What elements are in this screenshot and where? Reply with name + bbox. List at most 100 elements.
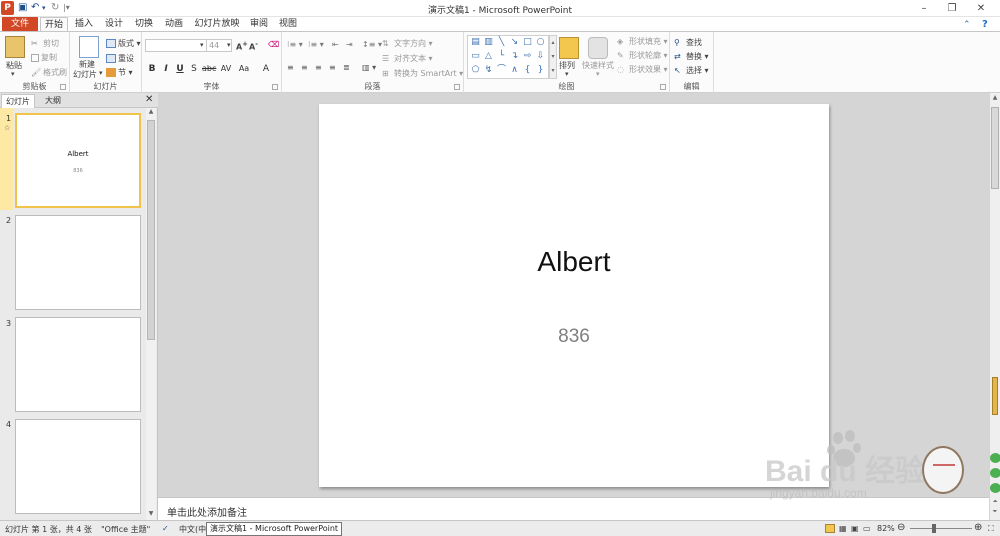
section-button[interactable]: 节 ▾: [106, 67, 133, 78]
new-slide-dropdown-icon[interactable]: ▾: [99, 69, 103, 77]
strikethrough-icon[interactable]: abc: [202, 64, 216, 73]
align-center-icon[interactable]: ≡: [301, 63, 308, 72]
reading-view-icon[interactable]: ▣: [851, 524, 859, 533]
slide-subtitle[interactable]: 836: [319, 326, 829, 348]
help-icon[interactable]: ?: [982, 19, 988, 30]
arrow-line-shape-icon[interactable]: ↘: [509, 37, 520, 48]
slide-sorter-icon[interactable]: ▦: [839, 524, 847, 533]
tab-review[interactable]: 审阅: [245, 17, 273, 32]
bullets-icon[interactable]: ⁝≡ ▾: [287, 40, 303, 49]
find-button[interactable]: ⚲ 查找: [674, 37, 702, 48]
tab-view[interactable]: 视图: [274, 17, 302, 32]
tab-home[interactable]: 开始: [40, 17, 68, 32]
decrease-indent-icon[interactable]: ⇤: [332, 40, 339, 49]
columns-icon[interactable]: ▥ ▾: [362, 63, 376, 72]
slide-thumbnail-4[interactable]: [15, 419, 141, 514]
thumbnail-scroll-thumb[interactable]: [147, 120, 155, 340]
close-icon[interactable]: ✕: [968, 2, 994, 15]
tab-slideshow[interactable]: 幻灯片放映: [192, 17, 242, 32]
paste-dropdown-icon[interactable]: ▾: [11, 70, 15, 78]
side-widget-down-icon[interactable]: [990, 483, 1000, 493]
next-slide-icon[interactable]: ⏷: [990, 508, 1000, 516]
side-widget-up-icon[interactable]: [990, 453, 1000, 463]
shadow-icon[interactable]: S: [188, 64, 200, 74]
notes-placeholder[interactable]: 单击此处添加备注: [167, 504, 247, 519]
change-case-icon[interactable]: Aa: [238, 64, 250, 73]
ribbon-minimize-icon[interactable]: ⌃: [963, 20, 971, 30]
shape-effects-button[interactable]: ◌ 形状效果 ▾: [617, 64, 668, 75]
align-right-icon[interactable]: ≡: [315, 63, 322, 72]
prev-slide-icon[interactable]: ⏶: [990, 498, 1000, 506]
bold-icon[interactable]: B: [146, 64, 158, 74]
oval-shape-icon[interactable]: ○: [535, 37, 546, 48]
slideshow-icon[interactable]: ▭: [863, 524, 871, 533]
font-launcher-icon[interactable]: [272, 84, 278, 90]
vertical-text-shape-icon[interactable]: ▥: [483, 37, 494, 48]
clipboard-launcher-icon[interactable]: [60, 84, 66, 90]
quick-styles-icon[interactable]: [588, 37, 608, 59]
zoom-in-icon[interactable]: ⊕: [974, 522, 982, 533]
rounded-rect-shape-icon[interactable]: ▭: [470, 51, 481, 62]
shape-fill-button[interactable]: ◈ 形状填充 ▾: [617, 36, 668, 47]
align-text-button[interactable]: ☰ 对齐文本 ▾: [382, 53, 433, 64]
drawing-launcher-icon[interactable]: [660, 84, 666, 90]
scroll-up-icon[interactable]: ▲: [146, 108, 156, 115]
tab-insert[interactable]: 插入: [70, 17, 98, 32]
triangle-shape-icon[interactable]: △: [483, 51, 494, 62]
paste-icon[interactable]: [5, 36, 25, 58]
fit-to-window-icon[interactable]: ⛶: [988, 524, 994, 534]
quick-styles-dropdown-icon[interactable]: ▾: [596, 70, 600, 78]
arrange-icon[interactable]: [559, 37, 579, 59]
numbering-icon[interactable]: ⁝≡ ▾: [308, 40, 324, 49]
shapes-gallery-scroll[interactable]: ▴ ▾ ▾: [549, 35, 557, 79]
zoom-slider-thumb[interactable]: [932, 524, 936, 533]
slide-thumbnail-3[interactable]: [15, 317, 141, 412]
align-left-icon[interactable]: ≡: [287, 63, 294, 72]
editor-scroll-thumb[interactable]: [991, 107, 999, 189]
shapes-gallery[interactable]: ▤ ▥ ╲ ↘ □ ○ ▭ △ └ ↴ ⇨ ⇩ ⬠ ↯ ⌒ ∧ { }: [467, 35, 549, 79]
line-spacing-icon[interactable]: ↕≡ ▾: [362, 40, 382, 49]
zoom-level[interactable]: 82%: [877, 524, 895, 533]
select-button[interactable]: ↖ 选择 ▾: [674, 65, 709, 76]
font-name-dropdown-icon[interactable]: ▾: [200, 41, 204, 49]
side-widget-share-icon[interactable]: [990, 468, 1000, 478]
editor-scroll-up-icon[interactable]: ▲: [990, 94, 1000, 101]
layout-button[interactable]: 版式 ▾: [106, 38, 141, 49]
side-widget-handle[interactable]: [992, 377, 998, 415]
restore-icon[interactable]: ❐: [939, 2, 965, 15]
slide-thumbnail-2[interactable]: [15, 215, 141, 310]
paragraph-launcher-icon[interactable]: [454, 84, 460, 90]
scroll-down-icon[interactable]: ▼: [146, 510, 156, 517]
thumbnail-scrollbar[interactable]: ▲ ▼: [146, 108, 156, 520]
elbow-arrow-shape-icon[interactable]: ↴: [509, 51, 520, 62]
elbow-connector-shape-icon[interactable]: └: [496, 51, 507, 62]
distribute-icon[interactable]: ≣: [343, 63, 350, 72]
tab-transitions[interactable]: 切换: [130, 17, 158, 32]
shape-outline-button[interactable]: ✎ 形状轮廓 ▾: [617, 50, 668, 61]
minimize-icon[interactable]: –: [911, 2, 937, 15]
spellcheck-icon[interactable]: ✓: [162, 524, 169, 533]
tab-slides[interactable]: 幻灯片: [1, 94, 35, 108]
increase-indent-icon[interactable]: ⇥: [346, 40, 353, 49]
new-slide-icon[interactable]: [79, 36, 99, 58]
language-status[interactable]: 中文(中: [179, 524, 206, 535]
replace-button[interactable]: ⇄ 替换 ▾: [674, 51, 709, 62]
justify-icon[interactable]: ≡: [329, 63, 336, 72]
theme-status[interactable]: "Office 主题": [101, 524, 150, 535]
slide-thumbnail-1[interactable]: Albert 836: [15, 113, 141, 208]
normal-view-icon[interactable]: [825, 524, 835, 533]
font-size-dropdown-icon[interactable]: ▾: [227, 41, 231, 49]
font-name-box[interactable]: [145, 39, 207, 52]
zoom-slider[interactable]: [910, 528, 972, 529]
text-box-shape-icon[interactable]: ▤: [470, 37, 481, 48]
freeform-shape-icon[interactable]: ∧: [509, 65, 520, 76]
editor-scrollbar[interactable]: ▲ ⏶ ⏷: [989, 93, 1000, 520]
arrange-dropdown-icon[interactable]: ▾: [565, 70, 569, 78]
pentagon-shape-icon[interactable]: ⬠: [470, 65, 481, 76]
char-spacing-icon[interactable]: AV: [220, 64, 232, 73]
copy-button[interactable]: 复制: [31, 52, 57, 63]
left-brace-shape-icon[interactable]: {: [522, 65, 533, 76]
tab-design[interactable]: 设计: [100, 17, 128, 32]
right-arrow-shape-icon[interactable]: ⇨: [522, 51, 533, 62]
smartart-button[interactable]: ⊞ 转换为 SmartArt ▾: [382, 68, 463, 79]
